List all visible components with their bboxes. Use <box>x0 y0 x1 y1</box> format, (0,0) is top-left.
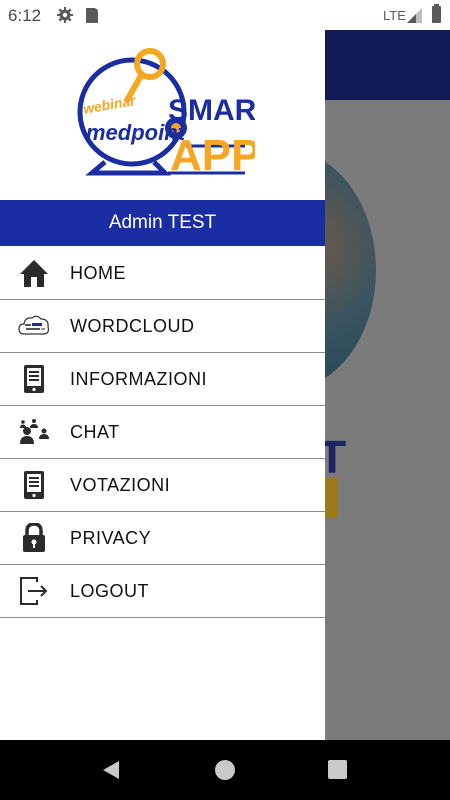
recents-icon[interactable] <box>328 760 347 779</box>
logout-icon <box>18 575 50 607</box>
people-chat-icon <box>18 416 50 448</box>
menu-item-label: WORDCLOUD <box>70 315 195 336</box>
menu-item-label: INFORMAZIONI <box>70 368 207 389</box>
menu-item-informazioni[interactable]: INFORMAZIONI <box>0 353 325 406</box>
menu-item-privacy[interactable]: PRIVACY <box>0 512 325 565</box>
app-logo: webinar medpoint SMART APP <box>77 48 255 180</box>
logo-webinar-text: webinar <box>82 92 138 117</box>
logo-smart-text: SMART <box>168 94 255 127</box>
menu-item-label: LOGOUT <box>70 580 150 601</box>
menu-item-votazioni[interactable]: VOTAZIONI <box>0 459 325 512</box>
status-time: 6:12 <box>8 6 42 25</box>
tablet-vote-icon <box>18 469 50 501</box>
menu-item-label: VOTAZIONI <box>70 474 171 495</box>
system-nav-bar <box>0 740 450 800</box>
navigation-drawer: webinar medpoint SMART APP Admin TEST HO… <box>0 30 325 740</box>
gear-icon <box>57 7 73 23</box>
battery-icon <box>432 4 441 23</box>
menu-item-wordcloud[interactable]: WORDCLOUD <box>0 300 325 353</box>
back-icon[interactable] <box>100 759 122 781</box>
sd-card-icon <box>86 8 98 23</box>
wordcloud-icon <box>18 310 50 342</box>
menu-item-home[interactable]: HOME <box>0 247 325 300</box>
drawer-menu: HOME WORDCLOUD INFORMAZIONI CHAT VOTAZIO… <box>0 247 325 618</box>
logo-app-text: APP <box>170 131 255 180</box>
menu-item-logout[interactable]: LOGOUT <box>0 565 325 618</box>
home-circle-icon[interactable] <box>215 760 235 780</box>
status-bar: 6:12 LTE <box>0 0 450 30</box>
menu-item-label: HOME <box>70 262 126 283</box>
lock-icon <box>18 522 50 554</box>
network-type: LTE <box>383 8 406 23</box>
home-icon <box>18 257 50 289</box>
menu-item-label: CHAT <box>70 421 120 442</box>
signal-icon <box>407 8 422 23</box>
menu-item-label: PRIVACY <box>70 527 152 548</box>
menu-item-chat[interactable]: CHAT <box>0 406 325 459</box>
user-name-bar: Admin TEST <box>0 200 325 246</box>
tablet-info-icon <box>18 363 50 395</box>
